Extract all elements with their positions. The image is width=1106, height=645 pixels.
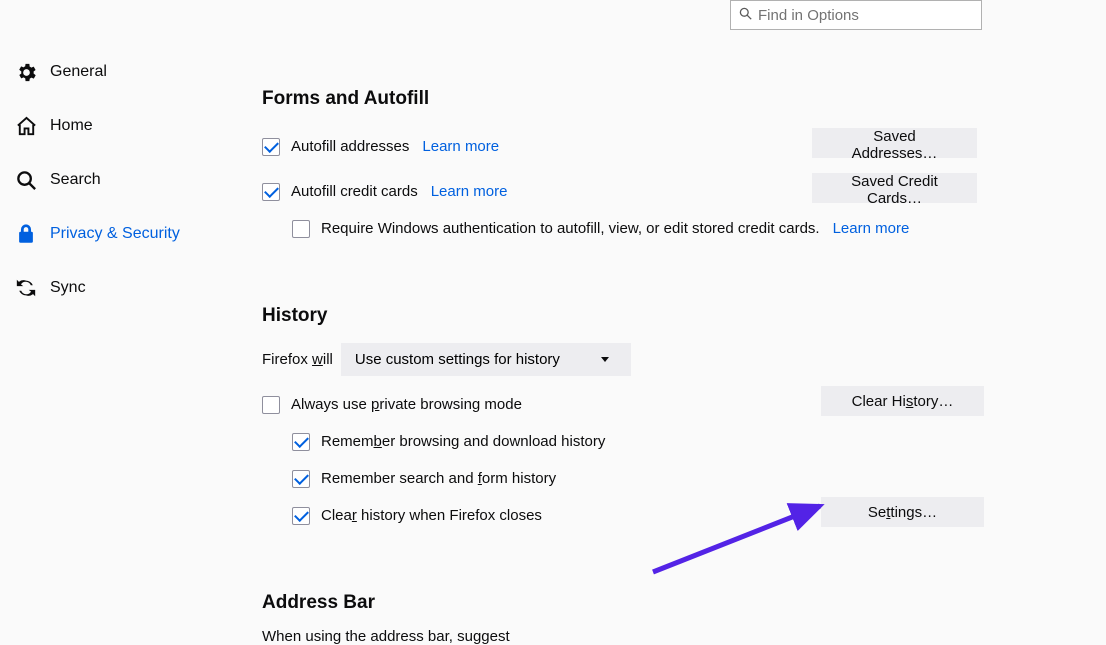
- sidebar-item-label: General: [50, 63, 107, 81]
- clear-on-close-checkbox[interactable]: [292, 507, 310, 525]
- sidebar-item-general[interactable]: General: [14, 60, 180, 84]
- remember-form-label: Remember search and form history: [321, 470, 556, 487]
- autofill-addresses-label: Autofill addresses: [291, 138, 409, 155]
- gear-icon: [14, 60, 38, 84]
- clear-on-close-label: Clear history when Firefox closes: [321, 507, 542, 524]
- history-settings-button[interactable]: Settings…: [821, 497, 984, 527]
- clear-history-button[interactable]: Clear History…: [821, 386, 984, 416]
- addressbar-subtext: When using the address bar, suggest: [262, 628, 1106, 645]
- search-input[interactable]: [758, 7, 973, 24]
- require-winauth-label: Require Windows authentication to autofi…: [321, 220, 820, 237]
- require-winauth-row: Require Windows authentication to autofi…: [262, 210, 1106, 247]
- autofill-addresses-checkbox[interactable]: [262, 138, 280, 156]
- forms-heading: Forms and Autofill: [262, 88, 1106, 110]
- firefox-will-row: Firefox will Use custom settings for his…: [262, 341, 1106, 378]
- search-container[interactable]: [730, 0, 982, 30]
- history-heading: History: [262, 305, 1106, 327]
- sidebar-item-label: Sync: [50, 279, 86, 297]
- lock-icon: [14, 222, 38, 246]
- clear-on-close-row: Clear history when Firefox closes Settin…: [262, 497, 1106, 534]
- autofill-cards-checkbox[interactable]: [262, 183, 280, 201]
- search-icon: [14, 168, 38, 192]
- sidebar-item-label: Home: [50, 117, 93, 135]
- remember-browse-row: Remember browsing and download history: [262, 423, 1106, 460]
- autofill-cards-label: Autofill credit cards: [291, 183, 418, 200]
- always-private-label: Always use private browsing mode: [291, 396, 522, 413]
- learn-more-link[interactable]: Learn more: [431, 183, 508, 200]
- sidebar-item-home[interactable]: Home: [14, 114, 180, 138]
- sidebar: General Home Search Privacy & Security S…: [14, 60, 180, 300]
- sidebar-item-sync[interactable]: Sync: [14, 276, 180, 300]
- learn-more-link[interactable]: Learn more: [833, 220, 910, 237]
- autofill-addresses-row: Autofill addresses Learn more Saved Addr…: [262, 128, 1106, 165]
- sidebar-item-privacy[interactable]: Privacy & Security: [14, 222, 180, 246]
- remember-form-checkbox[interactable]: [292, 470, 310, 488]
- search-icon: [739, 7, 752, 24]
- sidebar-item-label: Search: [50, 171, 101, 189]
- firefox-will-label: Firefox will: [262, 351, 333, 368]
- sidebar-item-label: Privacy & Security: [50, 225, 180, 243]
- home-icon: [14, 114, 38, 138]
- always-private-row: Always use private browsing mode Clear H…: [262, 386, 1106, 423]
- learn-more-link[interactable]: Learn more: [422, 138, 499, 155]
- history-mode-select[interactable]: Use custom settings for history: [341, 343, 631, 376]
- history-mode-select-wrap[interactable]: Use custom settings for history: [341, 343, 631, 376]
- autofill-cards-row: Autofill credit cards Learn more Saved C…: [262, 173, 1106, 210]
- remember-browse-checkbox[interactable]: [292, 433, 310, 451]
- require-winauth-checkbox[interactable]: [292, 220, 310, 238]
- addressbar-heading: Address Bar: [262, 592, 1106, 614]
- remember-form-row: Remember search and form history: [262, 460, 1106, 497]
- sync-icon: [14, 276, 38, 300]
- always-private-checkbox[interactable]: [262, 396, 280, 414]
- main-content: Forms and Autofill Autofill addresses Le…: [262, 88, 1106, 645]
- saved-addresses-button[interactable]: Saved Addresses…: [812, 128, 977, 158]
- sidebar-item-search[interactable]: Search: [14, 168, 180, 192]
- saved-cards-button[interactable]: Saved Credit Cards…: [812, 173, 977, 203]
- remember-browse-label: Remember browsing and download history: [321, 433, 605, 450]
